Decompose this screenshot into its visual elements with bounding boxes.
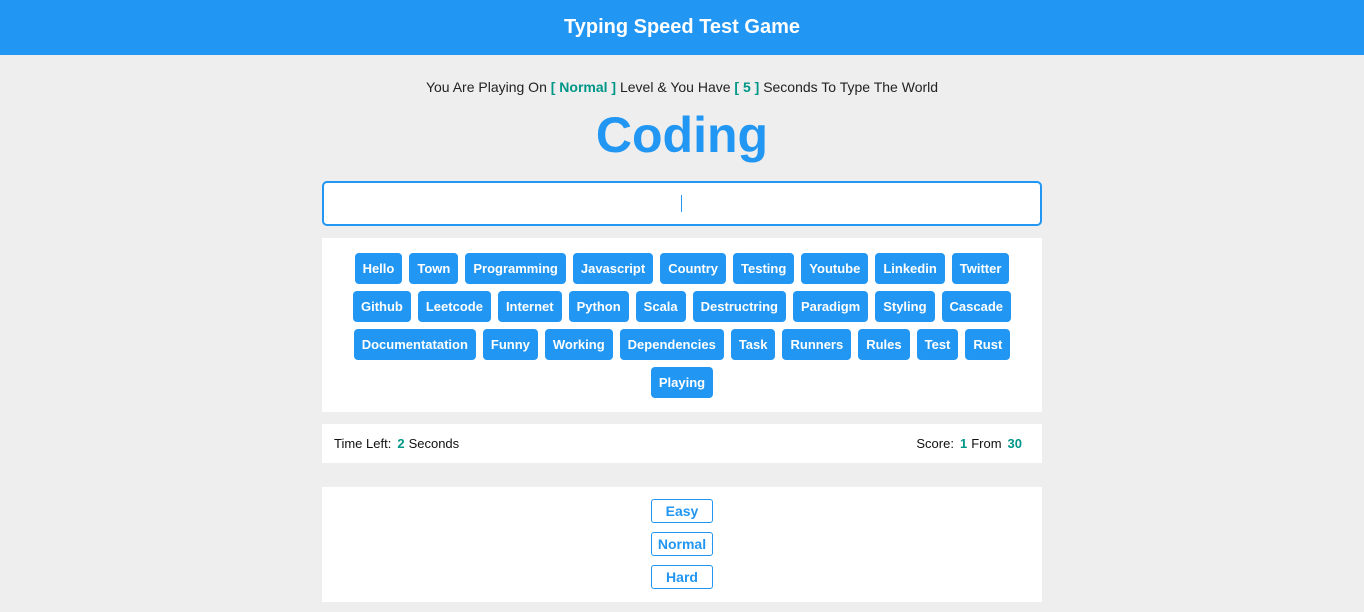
upcoming-word: Rust: [965, 329, 1011, 360]
upcoming-word: Scala: [635, 291, 686, 322]
text-caret: [681, 195, 682, 212]
score-total: 30: [1007, 436, 1022, 451]
page-title: Typing Speed Test Game: [564, 16, 800, 38]
upcoming-word: Town: [409, 253, 459, 284]
upcoming-word: Playing: [650, 367, 714, 398]
upcoming-word: Working: [544, 329, 613, 360]
upcoming-word: Task: [730, 329, 776, 360]
time-label: Time Left:: [334, 436, 392, 451]
upcoming-word: Internet: [497, 291, 562, 322]
level-name: [ Normal ]: [550, 79, 617, 95]
upcoming-word: Cascade: [941, 291, 1012, 322]
upcoming-word: Programming: [465, 253, 566, 284]
score-label: Score:: [916, 436, 954, 451]
upcoming-word: Documentatation: [353, 329, 476, 360]
input-wrapper: [322, 181, 1042, 226]
upcoming-word: Python: [568, 291, 629, 322]
upcoming-word: Javascript: [572, 253, 654, 284]
game-control-bar: Time Left: 2 Seconds Score: 1 From 30: [322, 424, 1042, 463]
message-suffix: Seconds To Type The World: [763, 79, 939, 95]
upcoming-word: Linkedin: [875, 253, 945, 284]
upcoming-word: Country: [660, 253, 727, 284]
upcoming-word: Paradigm: [792, 291, 869, 322]
score: Score: 1 From 30: [916, 436, 1026, 451]
upcoming-word: Twitter: [951, 253, 1010, 284]
upcoming-word: Rules: [858, 329, 910, 360]
upcoming-word: Test: [916, 329, 959, 360]
upcoming-word: Youtube: [801, 253, 869, 284]
game-message: You Are Playing On [ Normal ] Level & Yo…: [0, 79, 1364, 95]
level-button-easy[interactable]: Easy: [651, 499, 713, 523]
upcoming-word: Leetcode: [417, 291, 491, 322]
upcoming-word: Styling: [875, 291, 935, 322]
level-seconds: [ 5 ]: [734, 79, 760, 95]
level-button-normal[interactable]: Normal: [651, 532, 713, 556]
time-value: 2: [397, 436, 405, 451]
upcoming-words: Hello Town Programming Javascript Country Tes…: [322, 238, 1042, 412]
message-prefix: You Are Playing On: [425, 79, 547, 95]
word-input[interactable]: [322, 181, 1042, 226]
app-header: Typing Speed Test Game: [0, 0, 1364, 55]
time-unit: Seconds: [408, 436, 460, 451]
current-word: Coding: [595, 107, 769, 163]
upcoming-word: Github: [352, 291, 411, 322]
upcoming-word: Testing: [733, 253, 795, 284]
level-selector: Easy Normal Hard: [322, 487, 1042, 602]
score-from: From: [971, 436, 1002, 451]
upcoming-word: Runners: [782, 329, 852, 360]
upcoming-word: Dependencies: [619, 329, 724, 360]
upcoming-word: Hello: [354, 253, 403, 284]
upcoming-word: Destructring: [692, 291, 786, 322]
score-value: 1: [959, 436, 968, 451]
message-middle: Level & You Have: [619, 79, 731, 95]
time-left: Time Left: 2 Seconds: [334, 436, 459, 451]
level-button-hard[interactable]: Hard: [651, 565, 713, 589]
upcoming-word: Funny: [482, 329, 538, 360]
